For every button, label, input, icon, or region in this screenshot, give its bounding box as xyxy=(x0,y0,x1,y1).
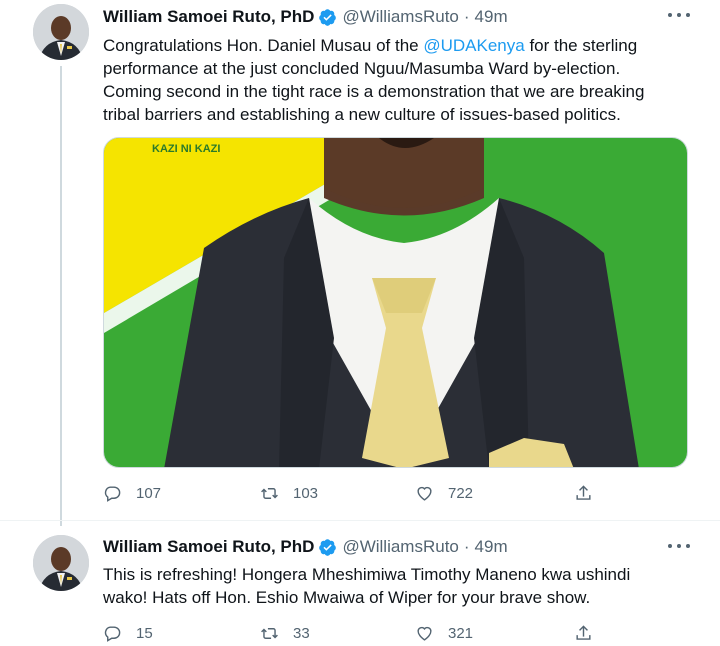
reply-icon xyxy=(104,626,121,642)
text-segment: Congratulations Hon. Daniel Musau of the xyxy=(103,36,424,55)
retweet-count: 33 xyxy=(293,625,310,642)
text-segment: for the sterling xyxy=(524,36,638,55)
like-button[interactable]: 321 xyxy=(415,624,473,643)
like-count: 722 xyxy=(448,485,474,502)
share-icon xyxy=(576,625,591,640)
reply-count: 107 xyxy=(136,485,162,502)
author-name[interactable]: William Samoei Ruto, PhD xyxy=(103,7,314,27)
banner-text: KAZI NI KAZI xyxy=(152,143,220,155)
mention-link[interactable]: @UDAKenya xyxy=(423,36,524,55)
author-handle[interactable]: @WilliamsRuto xyxy=(342,537,458,557)
retweet-button[interactable]: 103 xyxy=(260,484,318,503)
timestamp[interactable]: 49m xyxy=(475,7,508,27)
reply-count: 15 xyxy=(136,625,153,642)
thread-line xyxy=(60,66,62,526)
tweet-2[interactable]: William Samoei Ruto, PhD @WilliamsRuto ·… xyxy=(0,520,720,642)
tweet-1[interactable]: William Samoei Ruto, PhD @WilliamsRuto ·… xyxy=(0,0,720,526)
heart-icon xyxy=(417,626,432,641)
avatar[interactable] xyxy=(33,535,89,591)
tweet-header: William Samoei Ruto, PhD @WilliamsRuto ·… xyxy=(103,6,508,28)
share-button[interactable] xyxy=(574,624,607,643)
author-name[interactable]: William Samoei Ruto, PhD xyxy=(103,537,314,557)
tweet-text: This is refreshing! Hongera Mheshimiwa T… xyxy=(103,563,673,609)
more-icon[interactable] xyxy=(668,539,690,553)
verified-badge-icon xyxy=(319,538,337,556)
tweet-text-line: This is refreshing! Hongera Mheshimiwa T… xyxy=(103,565,631,584)
more-icon[interactable] xyxy=(668,8,690,22)
like-button[interactable]: 722 xyxy=(415,484,473,503)
tweet-header: William Samoei Ruto, PhD @WilliamsRuto ·… xyxy=(103,536,508,558)
retweet-icon xyxy=(261,488,278,499)
retweet-icon xyxy=(261,628,278,639)
tweet-actions: 15 33 321 xyxy=(103,624,603,646)
share-icon xyxy=(576,485,591,500)
avatar[interactable] xyxy=(33,4,89,60)
tweet-text-line: Congratulations Hon. Daniel Musau of the… xyxy=(103,34,673,57)
tweet-text-line: performance at the just concluded Nguu/M… xyxy=(103,59,621,78)
tweet-image[interactable]: KAZI NI KAZI xyxy=(103,137,688,468)
share-button[interactable] xyxy=(574,484,607,503)
author-handle[interactable]: @WilliamsRuto xyxy=(342,7,458,27)
retweet-count: 103 xyxy=(293,485,319,502)
retweet-button[interactable]: 33 xyxy=(260,624,310,643)
tweet-text-line: Coming second in the tight race is a dem… xyxy=(103,82,645,101)
verified-badge-icon xyxy=(319,8,337,26)
tweet-actions: 107 103 722 xyxy=(103,484,603,506)
reply-button[interactable]: 107 xyxy=(103,484,161,503)
tweet-text: Congratulations Hon. Daniel Musau of the… xyxy=(103,34,673,126)
timestamp[interactable]: 49m xyxy=(475,537,508,557)
separator: · xyxy=(463,537,470,556)
reply-icon xyxy=(104,486,121,502)
tweet-text-line: wako! Hats off Hon. Eshio Mwaiwa of Wipe… xyxy=(103,588,591,607)
reply-button[interactable]: 15 xyxy=(103,624,153,643)
separator: · xyxy=(463,7,470,26)
tweet-text-line: tribal barriers and establishing a new c… xyxy=(103,105,621,124)
like-count: 321 xyxy=(448,625,474,642)
heart-icon xyxy=(417,486,432,501)
